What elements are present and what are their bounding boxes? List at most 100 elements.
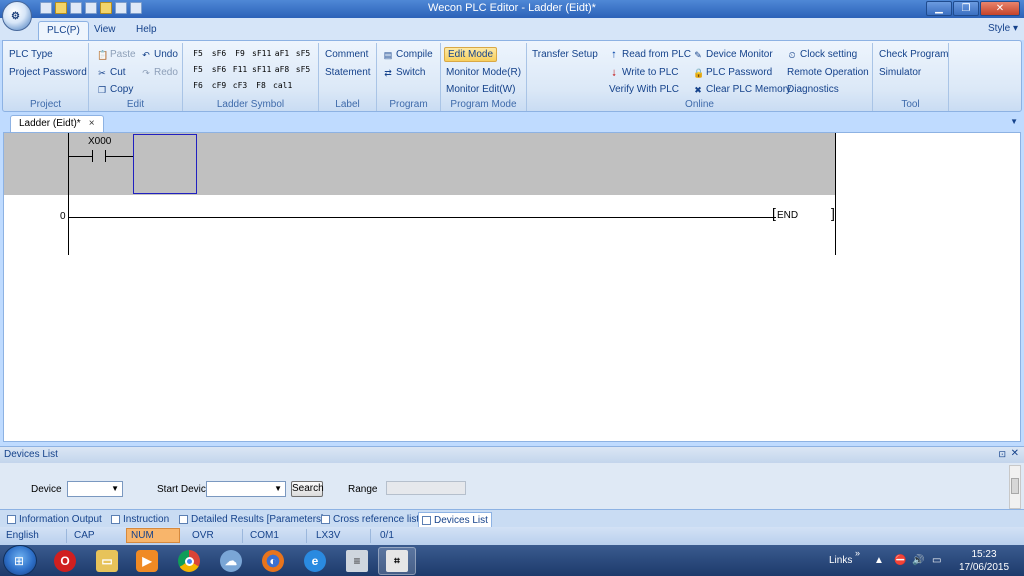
paste-button[interactable]: 📋 Paste bbox=[97, 49, 136, 60]
chevron-right-icon[interactable]: » bbox=[855, 548, 860, 558]
tab-information-output[interactable]: Information Output bbox=[4, 512, 105, 527]
ladder-document-tab[interactable]: Ladder (Eidt)* × bbox=[10, 115, 104, 132]
security-tray-icon[interactable]: ⛔ bbox=[894, 555, 906, 566]
redo-button[interactable]: ↷ Redo bbox=[141, 67, 178, 78]
ladder-symbol-button[interactable]: sF6 bbox=[210, 63, 228, 76]
ladder-symbol-button[interactable]: sF5 bbox=[294, 63, 312, 76]
ladder-symbol-button[interactable]: aF1 bbox=[273, 47, 291, 60]
check-program-button[interactable]: Check Program bbox=[879, 49, 948, 60]
ladder-symbol-button[interactable]: cF9 bbox=[210, 79, 228, 92]
remote-operation-button[interactable]: Remote Operation bbox=[787, 67, 869, 78]
ladder-symbol-button[interactable]: F5 bbox=[189, 63, 207, 76]
ladder-symbol-button[interactable]: F5 bbox=[189, 47, 207, 60]
monitor-pen-icon: ✎ bbox=[694, 49, 702, 60]
tab-plc[interactable]: PLC(P) bbox=[38, 21, 89, 40]
plc-password-button[interactable]: 🔒 PLC Password bbox=[693, 67, 772, 78]
ladder-symbol-button[interactable]: F8 bbox=[252, 79, 270, 92]
ladder-symbol-button[interactable]: sF5 bbox=[294, 47, 312, 60]
ladder-symbol-button[interactable]: sF11 bbox=[252, 63, 271, 76]
search-button[interactable]: Search bbox=[291, 481, 324, 497]
tab-help[interactable]: Help bbox=[128, 21, 165, 40]
clear-plc-memory-button[interactable]: ✖ Clear PLC Memory bbox=[693, 84, 791, 95]
ladder-cursor[interactable] bbox=[133, 134, 197, 194]
clipboard-icon[interactable]: ≡ bbox=[338, 547, 376, 575]
scrollbar-thumb[interactable] bbox=[1011, 478, 1019, 494]
ladder-symbol-button[interactable]: F6 bbox=[189, 79, 207, 92]
read-from-plc-button[interactable]: ⭡ Read from PLC bbox=[609, 49, 691, 60]
group-label-label: Label bbox=[335, 99, 360, 110]
firefox-icon[interactable]: ◐ bbox=[254, 547, 292, 575]
selected-rung-area bbox=[4, 133, 836, 195]
ladder-symbol-button[interactable]: F9 bbox=[231, 47, 249, 60]
ladder-symbol-button[interactable]: sF11 bbox=[252, 47, 271, 60]
transfer-setup-button[interactable]: Transfer Setup bbox=[532, 49, 598, 60]
internet-explorer-icon[interactable]: e bbox=[296, 547, 334, 575]
tab-view[interactable]: View bbox=[86, 21, 124, 40]
clock-date[interactable]: 17/06/2015 bbox=[956, 562, 1012, 573]
edit-mode-button[interactable]: Edit Mode bbox=[444, 47, 498, 62]
undo-button[interactable]: ↶ Undo bbox=[141, 49, 178, 60]
close-tab-icon[interactable]: × bbox=[89, 118, 95, 129]
status-divider bbox=[370, 529, 371, 543]
rung-wire bbox=[105, 156, 133, 157]
style-menu[interactable]: Style ▾ bbox=[988, 23, 1018, 34]
volume-icon[interactable]: 🔊 bbox=[912, 555, 924, 566]
opera-icon[interactable]: O bbox=[46, 547, 84, 575]
monitor-edit-button[interactable]: Monitor Edit(W) bbox=[446, 84, 515, 95]
monitor-mode-button[interactable]: Monitor Mode(R) bbox=[446, 67, 521, 78]
close-button[interactable]: ✕ bbox=[980, 1, 1020, 16]
plc-type-button[interactable]: PLC Type bbox=[9, 49, 53, 60]
cut-button[interactable]: ✂ Cut bbox=[97, 67, 125, 78]
clock-setting-button[interactable]: ⏲ Clock setting bbox=[787, 49, 857, 60]
tab-cross-reference-list[interactable]: Cross reference list bbox=[318, 512, 422, 527]
ladder-symbol-button[interactable]: cal1 bbox=[273, 79, 292, 92]
show-hidden-icons[interactable]: ▲ bbox=[874, 555, 884, 566]
tab-list-dropdown-icon[interactable]: ▼ bbox=[1010, 117, 1018, 126]
copy-button[interactable]: ❐ Copy bbox=[97, 84, 133, 95]
pin-icon[interactable]: ⊡ bbox=[998, 449, 1006, 460]
ladder-symbol-button[interactable]: sF6 bbox=[210, 47, 228, 60]
status-port: COM1 bbox=[250, 530, 279, 541]
contact-device-label[interactable]: X000 bbox=[88, 136, 111, 147]
comment-button[interactable]: Comment bbox=[325, 49, 368, 60]
ladder-editor[interactable]: X000 0 [ END ] bbox=[3, 132, 1021, 442]
verify-with-plc-button[interactable]: Verify With PLC bbox=[609, 84, 679, 95]
compile-button[interactable]: ▤ Compile bbox=[383, 49, 433, 60]
application-menu-button[interactable]: ⚙ bbox=[2, 1, 32, 31]
media-player-icon[interactable]: ▶ bbox=[128, 547, 166, 575]
minimize-button[interactable]: ▁ bbox=[926, 1, 952, 16]
devices-list-scrollbar[interactable] bbox=[1009, 465, 1021, 509]
ladder-symbol-button[interactable]: aF8 bbox=[273, 63, 291, 76]
links-toolbar[interactable]: Links bbox=[829, 555, 852, 566]
start-device-select[interactable]: ▼ bbox=[206, 481, 286, 497]
compile-label: Compile bbox=[396, 49, 433, 60]
chevron-down-icon: ▾ bbox=[1012, 23, 1018, 34]
project-password-button[interactable]: Project Password bbox=[9, 67, 87, 78]
tab-devices-list[interactable]: Devices List bbox=[418, 512, 492, 527]
instruction-icon bbox=[111, 515, 120, 524]
ladder-symbol-button[interactable]: F11 bbox=[231, 63, 249, 76]
end-instruction[interactable]: END bbox=[777, 210, 798, 221]
simulator-button[interactable]: Simulator bbox=[879, 67, 921, 78]
statement-button[interactable]: Statement bbox=[325, 67, 371, 78]
close-panel-icon[interactable]: ✕ bbox=[1011, 448, 1019, 459]
switch-button[interactable]: ⇄ Switch bbox=[383, 67, 425, 78]
ladder-symbol-button[interactable]: cF3 bbox=[231, 79, 249, 92]
maximize-button[interactable]: ❐ bbox=[953, 1, 979, 16]
diagnostics-button[interactable]: Diagnostics bbox=[787, 84, 839, 95]
network-icon[interactable]: ☁ bbox=[212, 547, 250, 575]
start-button[interactable]: ⊞ bbox=[3, 545, 37, 576]
clock-time[interactable]: 15:23 bbox=[960, 549, 1008, 560]
chrome-icon[interactable] bbox=[170, 547, 208, 575]
device-monitor-button[interactable]: ✎ Device Monitor bbox=[693, 49, 772, 60]
display-tray-icon[interactable]: ▭ bbox=[932, 555, 941, 566]
tab-detailed-results[interactable]: Detailed Results [Parameters] bbox=[176, 512, 327, 527]
explorer-icon[interactable]: ▭ bbox=[88, 547, 126, 575]
group-label-ladder-symbol: Ladder Symbol bbox=[216, 99, 285, 110]
wecon-plc-editor-icon[interactable]: ⌗ bbox=[378, 547, 416, 575]
write-to-plc-button[interactable]: ⭣ Write to PLC bbox=[609, 67, 679, 78]
device-select[interactable]: ▼ bbox=[67, 481, 123, 497]
ladder-symbol-button[interactable] bbox=[294, 79, 312, 92]
group-label-program-mode: Program Mode bbox=[450, 99, 517, 110]
tab-instruction[interactable]: Instruction bbox=[108, 512, 172, 527]
